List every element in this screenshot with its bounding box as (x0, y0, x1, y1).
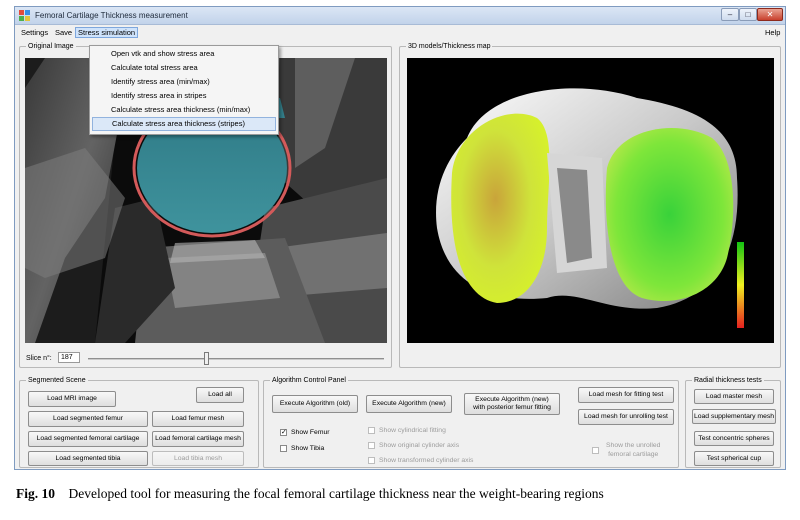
show-femur-checkbox[interactable]: ✓ (280, 429, 287, 436)
execute-posterior-line1: Execute Algorithm (new) (475, 396, 549, 403)
app-window: Femoral Cartilage Thickness measurement … (14, 6, 786, 470)
execute-algorithm-new-button[interactable]: Execute Algorithm (new) (366, 395, 452, 413)
show-original-cylinder-checkbox[interactable] (368, 442, 375, 449)
segmented-scene-label: Segmented Scene (26, 376, 88, 385)
colorbar-tick: 2.4797 (747, 262, 761, 267)
load-all-button[interactable]: Load all (196, 387, 244, 403)
menu-identify-stress-stripes[interactable]: Identify stress area in stripes (92, 89, 276, 103)
load-segmented-tibia-button[interactable]: Load segmented tibia (28, 451, 148, 466)
menu-calc-thickness-stripes[interactable]: Calculate stress area thickness (stripes… (92, 117, 276, 131)
slice-label: Slice n°: (26, 355, 52, 362)
max-thickness-text: Max thickness: 3.30631 (425, 326, 511, 334)
slice-slider-thumb[interactable] (204, 352, 210, 365)
slice-input[interactable]: 187 (58, 352, 80, 363)
load-segmented-femur-button[interactable]: Load segmented femur (28, 411, 148, 427)
maximize-button[interactable]: □ (739, 8, 757, 21)
stress-simulation-menu: Open vtk and show stress area Calculate … (89, 45, 279, 135)
original-image-label: Original Image (26, 42, 76, 51)
load-tibia-mesh-button[interactable]: Load tibia mesh (152, 451, 244, 466)
show-unrolled-line2: femoral cartilage (608, 451, 659, 458)
show-unrolled-line1: Show the unrolled (606, 442, 661, 449)
show-unrolled-cartilage-checkbox[interactable] (592, 447, 599, 454)
show-unrolled-cartilage-label: Show the unrolled femoral cartilage (606, 441, 660, 459)
show-femur-label: Show Femur (291, 429, 330, 436)
figure-caption: Fig. 10 Developed tool for measuring the… (16, 486, 796, 502)
app-icon (19, 10, 30, 21)
show-cylindrical-fitting-checkbox[interactable] (368, 427, 375, 434)
caption-prefix: Fig. 10 (16, 486, 55, 501)
show-original-cylinder-label: Show original cylinder axis (379, 442, 460, 449)
thickness-model: Min thickness: 3.05126e-005 Max thicknes… (407, 58, 774, 343)
radial-thickness-panel: Radial thickness tests Load master mesh … (685, 376, 781, 468)
menu-bar: Settings Save Stress simulation Help (15, 26, 785, 39)
colorbar-tick: 0.8266 (747, 304, 761, 309)
thickness-3d-view[interactable]: Min thickness: 3.05126e-005 Max thicknes… (407, 58, 774, 343)
algorithm-panel-label: Algorithm Control Panel (270, 376, 348, 385)
execute-posterior-line2: with posterior femur fitting (473, 404, 551, 411)
slice-slider-track[interactable] (88, 358, 384, 360)
algorithm-control-panel: Algorithm Control Panel Execute Algorith… (263, 376, 679, 468)
execute-algorithm-posterior-button[interactable]: Execute Algorithm (new) with posterior f… (464, 393, 560, 415)
colorbar-tick: 0.0000 (747, 325, 761, 330)
colorbar-tick: 3.3063 (747, 241, 761, 246)
colorbar (737, 242, 744, 328)
menu-identify-stress-minmax[interactable]: Identify stress area (min/max) (92, 75, 276, 89)
thickness-map-label: 3D models/Thickness map (406, 42, 493, 51)
load-supplementary-mesh-button[interactable]: Load supplementary mesh (692, 409, 776, 424)
title-bar[interactable]: Femoral Cartilage Thickness measurement … (15, 7, 785, 25)
load-femur-mesh-button[interactable]: Load femur mesh (152, 411, 244, 427)
load-fitting-mesh-button[interactable]: Load mesh for fitting test (578, 387, 674, 403)
menu-stress-simulation[interactable]: Stress simulation (75, 27, 139, 38)
menu-save[interactable]: Save (53, 27, 74, 38)
minimize-button[interactable]: – (721, 8, 739, 21)
load-mri-button[interactable]: Load MRI image (28, 391, 116, 407)
load-cartilage-mesh-button[interactable]: Load femoral cartilage mesh (152, 431, 244, 447)
colorbar-tick: 1.6532 (747, 283, 761, 288)
thickness-map-panel: 3D models/Thickness map Min thickness: 3… (399, 42, 781, 368)
execute-algorithm-old-button[interactable]: Execute Algorithm (old) (272, 395, 358, 413)
show-tibia-checkbox[interactable] (280, 445, 287, 452)
show-tibia-label: Show Tibia (291, 445, 325, 452)
menu-settings[interactable]: Settings (19, 27, 50, 38)
show-cylindrical-fitting-label: Show cylindrical fitting (379, 427, 446, 434)
radial-panel-label: Radial thickness tests (692, 376, 764, 385)
menu-calc-thickness-minmax[interactable]: Calculate stress area thickness (min/max… (92, 103, 276, 117)
menu-open-vtk-stress[interactable]: Open vtk and show stress area (92, 47, 276, 61)
test-concentric-spheres-button[interactable]: Test concentric spheres (694, 431, 774, 446)
min-thickness-text: Min thickness: 3.05126e-005 (425, 317, 531, 325)
menu-calc-total-stress[interactable]: Calculate total stress area (92, 61, 276, 75)
colorbar-title: thickness (740, 234, 760, 239)
window-title: Femoral Cartilage Thickness measurement (35, 11, 188, 20)
close-button[interactable]: ✕ (757, 8, 783, 21)
load-master-mesh-button[interactable]: Load master mesh (694, 389, 774, 404)
show-transformed-cylinder-label: Show transformed cylinder axis (379, 457, 474, 464)
caption-text: Developed tool for measuring the focal f… (68, 486, 604, 501)
menu-help[interactable]: Help (763, 27, 782, 38)
load-segmented-cartilage-button[interactable]: Load segmented femoral cartilage (28, 431, 148, 447)
show-transformed-cylinder-checkbox[interactable] (368, 457, 375, 464)
test-spherical-cup-button[interactable]: Test spherical cup (694, 451, 774, 466)
load-unrolling-mesh-button[interactable]: Load mesh for unrolling test (578, 409, 674, 425)
segmented-scene-panel: Segmented Scene Load MRI image Load all … (19, 376, 259, 468)
